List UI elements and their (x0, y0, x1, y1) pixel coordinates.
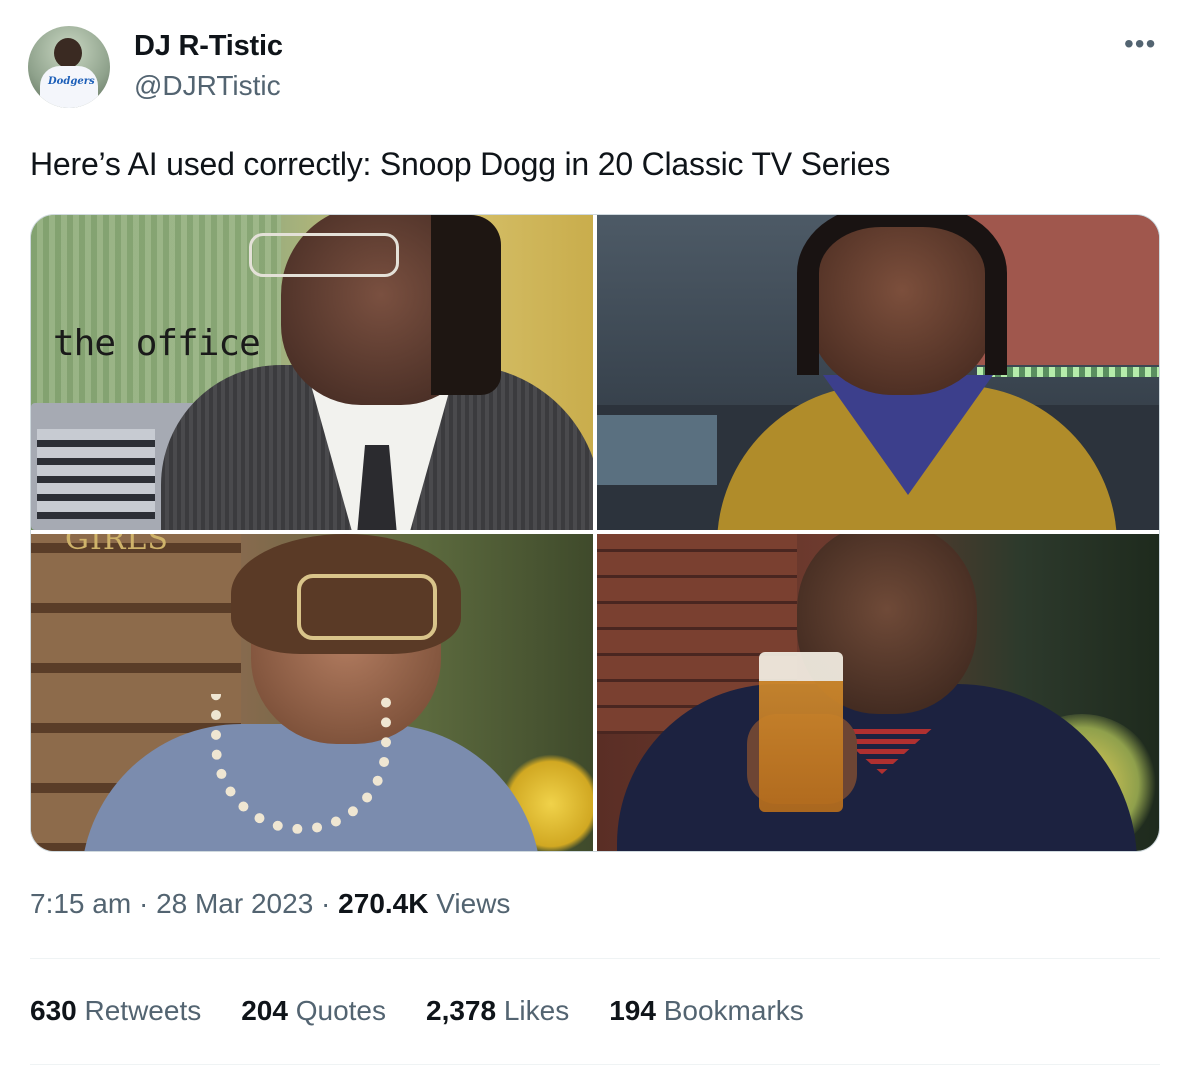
hair (797, 215, 1007, 375)
stat-bookmarks[interactable]: 194 Bookmarks (609, 995, 804, 1027)
media-grid: the office GIRLS (30, 214, 1160, 852)
stat-retweets[interactable]: 630 Retweets (30, 995, 201, 1027)
media-image-4[interactable] (597, 534, 1159, 851)
beer-glass (759, 652, 843, 812)
stat-count: 630 (30, 995, 77, 1026)
tweet-meta: 7:15 am · 28 Mar 2023 · 270.4K Views (30, 888, 510, 920)
engagement-stats: 630 Retweets 204 Quotes 2,378 Likes 194 … (30, 995, 844, 1027)
eyeglasses (249, 233, 399, 277)
views-count: 270.4K (338, 888, 429, 919)
stat-count: 204 (241, 995, 288, 1026)
avatar-shirt (40, 66, 98, 108)
media-image-1[interactable]: the office (31, 215, 593, 530)
author-name[interactable]: DJ R-Tistic (134, 30, 283, 63)
stat-label: Likes (503, 995, 570, 1026)
meta-separator: · (313, 888, 339, 919)
avatar-shirt-logo: Dodgers (48, 76, 95, 87)
stat-likes[interactable]: 2,378 Likes (426, 995, 569, 1027)
hair-braids (431, 215, 501, 395)
stat-label: Bookmarks (663, 995, 804, 1026)
tweet-time[interactable]: 7:15 am (30, 888, 131, 919)
views-label: Views (428, 888, 511, 919)
divider (30, 1064, 1160, 1065)
tweet-text: Here’s AI used correctly: Snoop Dogg in … (30, 146, 891, 182)
meta-separator: · (131, 888, 157, 919)
stat-count: 2,378 (426, 995, 497, 1026)
more-options-icon[interactable]: ••• (1124, 30, 1156, 58)
eyeglasses (297, 574, 437, 640)
stat-label: Retweets (84, 995, 202, 1026)
show-title-overlay: GIRLS (65, 534, 169, 557)
divider (30, 958, 1160, 959)
console-panel (597, 415, 717, 485)
stat-quotes[interactable]: 204 Quotes (241, 995, 386, 1027)
avatar-head (54, 38, 82, 68)
tweet-date[interactable]: 28 Mar 2023 (156, 888, 313, 919)
media-image-3[interactable]: GIRLS (31, 534, 593, 851)
author-handle[interactable]: @DJRTistic (134, 70, 281, 102)
stat-label: Quotes (295, 995, 386, 1026)
author-avatar[interactable]: Dodgers (28, 26, 110, 108)
show-title-overlay: the office (53, 323, 261, 364)
media-image-2[interactable] (597, 215, 1159, 530)
stat-count: 194 (609, 995, 656, 1026)
